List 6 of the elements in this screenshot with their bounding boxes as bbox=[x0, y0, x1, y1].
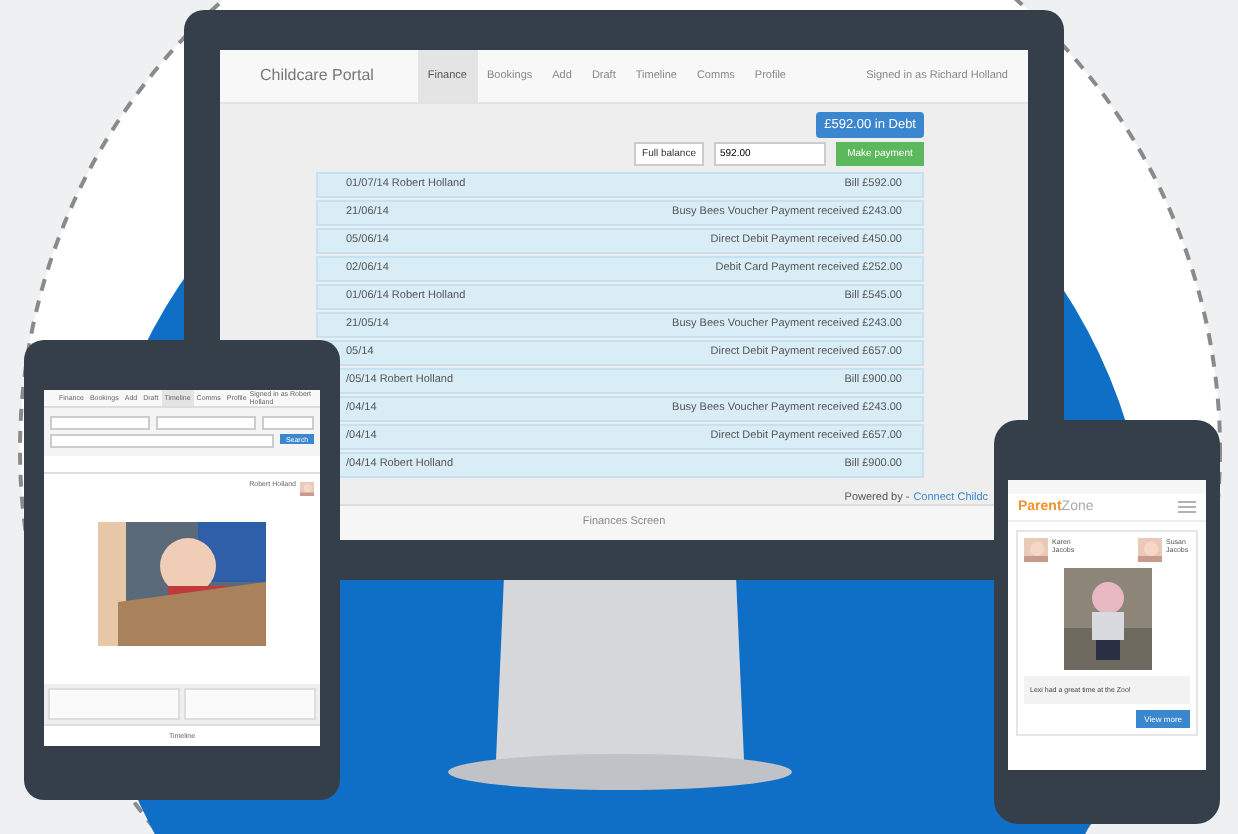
date-field[interactable] bbox=[156, 416, 256, 430]
menu-icon[interactable] bbox=[1178, 500, 1196, 514]
filter-field[interactable] bbox=[50, 434, 274, 448]
filter-field[interactable] bbox=[262, 416, 314, 430]
brand-name[interactable]: Childcare Portal bbox=[260, 66, 374, 85]
date-field[interactable] bbox=[50, 416, 150, 430]
